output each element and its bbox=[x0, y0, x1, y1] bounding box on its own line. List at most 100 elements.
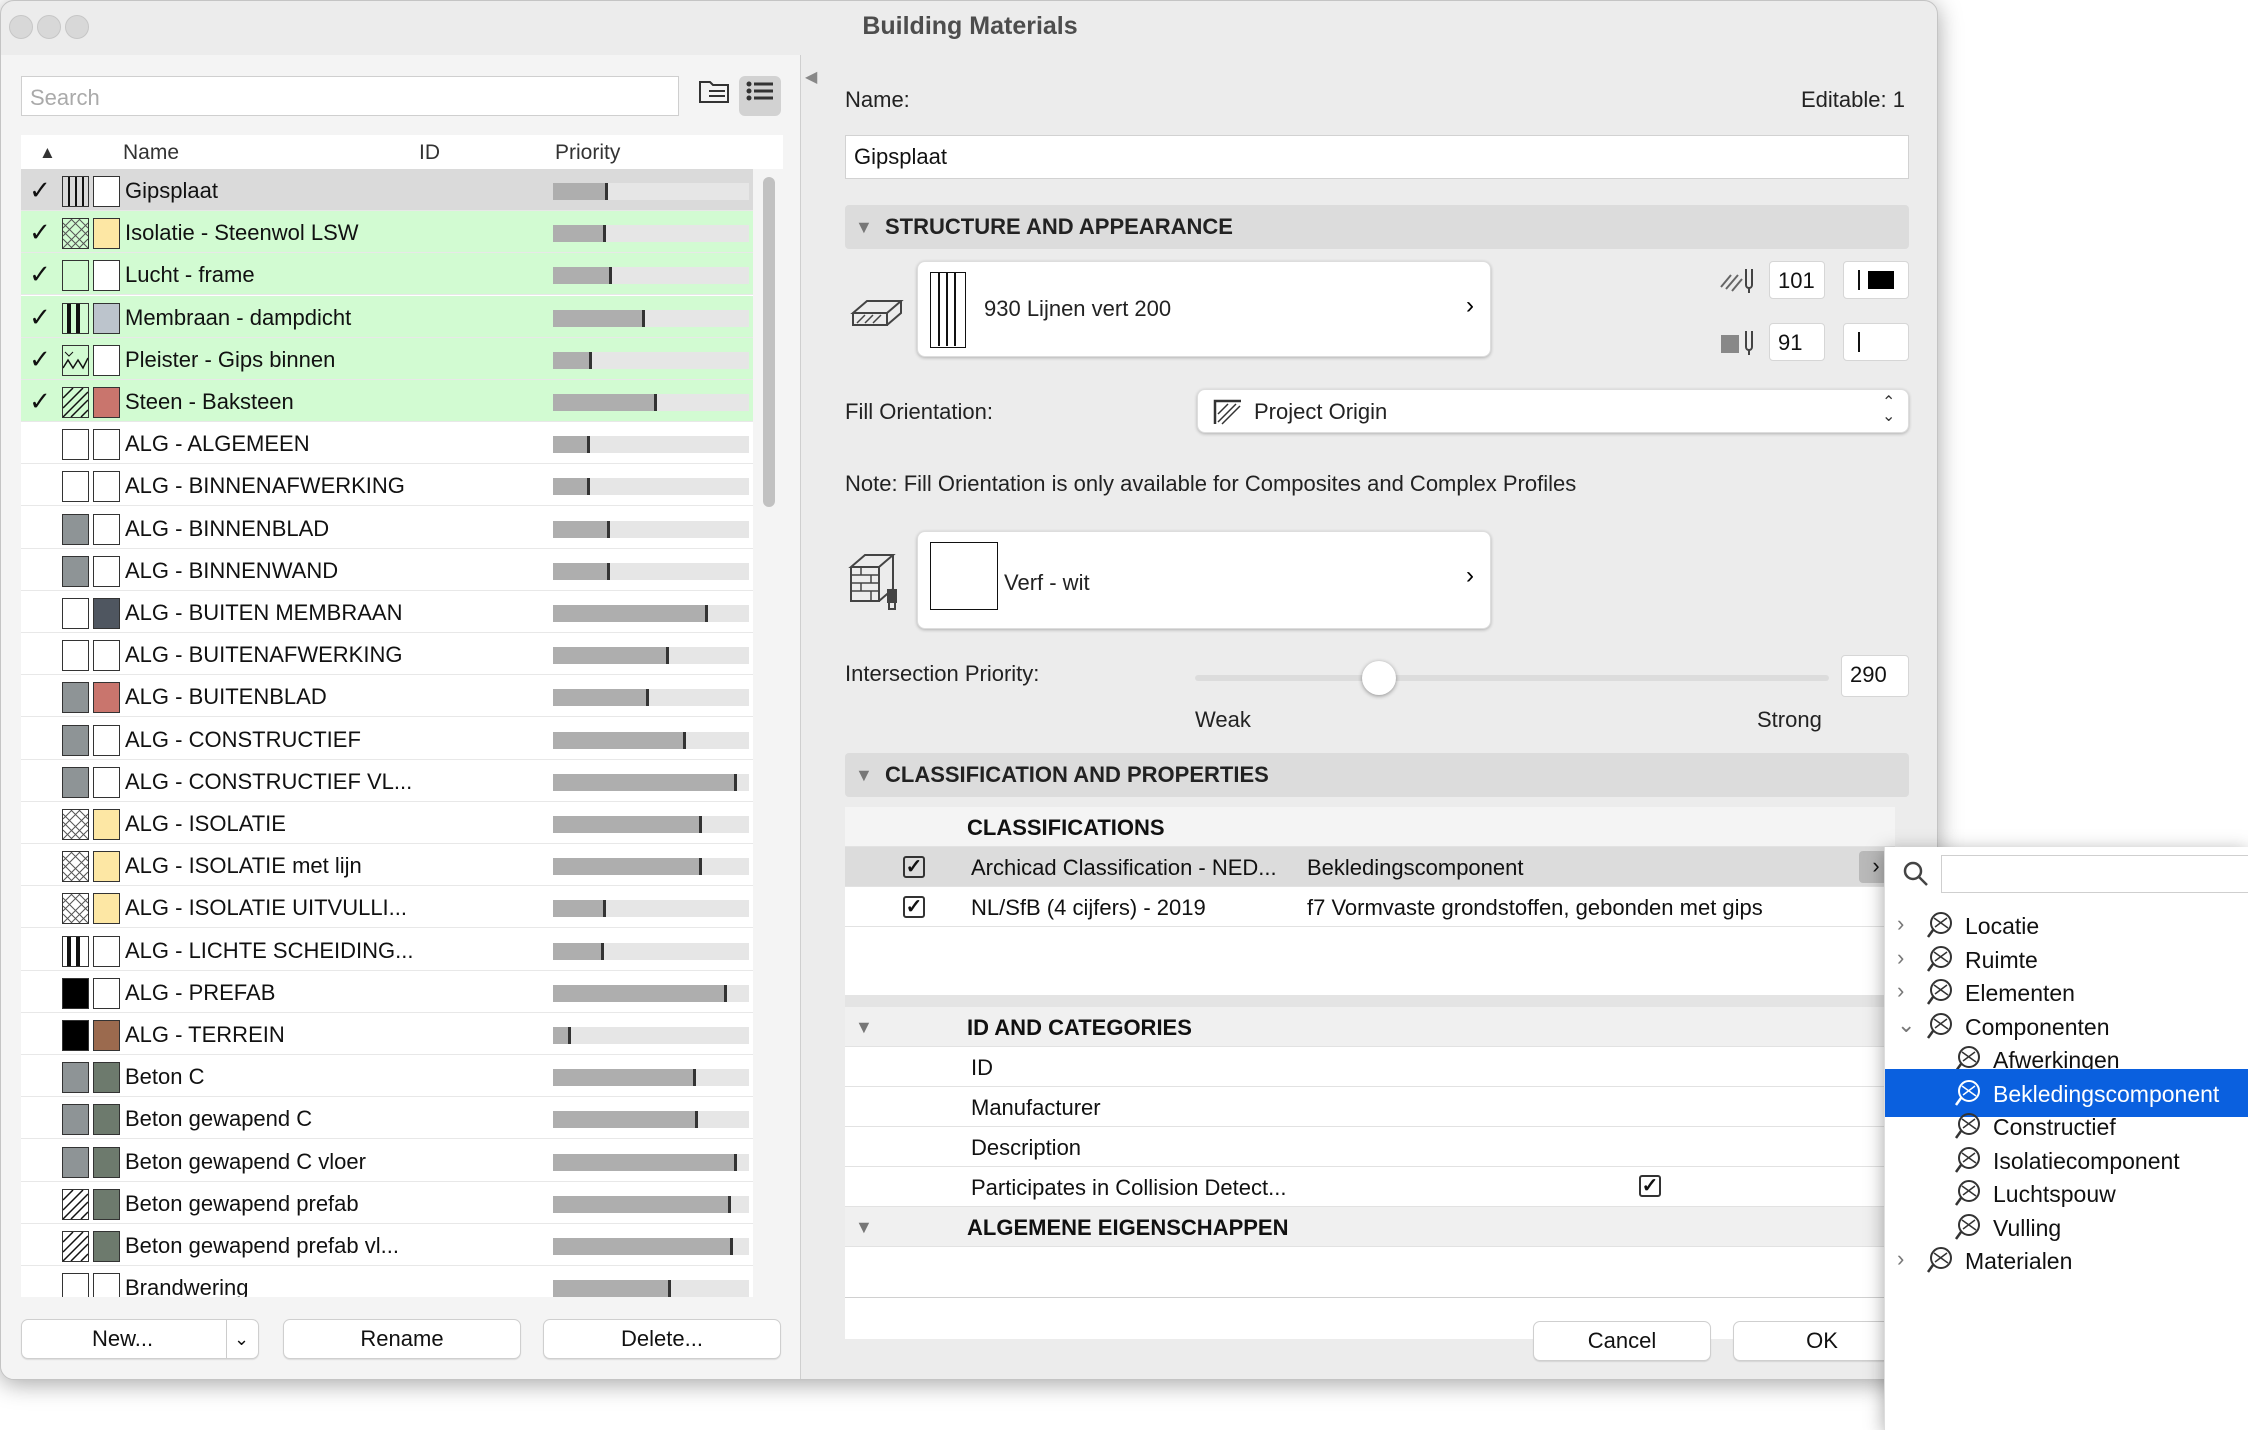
table-row[interactable]: ALG - TERREIN bbox=[21, 1013, 753, 1055]
material-name: Isolatie - Steenwol LSW bbox=[125, 220, 359, 246]
cut-fill-selector[interactable]: 930 Lijnen vert 200 › bbox=[917, 261, 1491, 357]
rename-button-label: Rename bbox=[360, 1326, 444, 1351]
table-row[interactable]: ✓ Isolatie - Steenwol LSW bbox=[21, 211, 753, 254]
chevron-down-icon[interactable]: ⌄ bbox=[1897, 1012, 1915, 1038]
priority-bar bbox=[553, 562, 749, 580]
new-button[interactable]: New... ⌄ bbox=[21, 1319, 259, 1359]
disclosure-triangle-icon[interactable]: ▼ bbox=[855, 1017, 873, 1038]
check-mark-icon: ✓ bbox=[29, 301, 51, 332]
material-name: ALG - BINNENWAND bbox=[125, 557, 339, 583]
priority-bar bbox=[553, 816, 749, 833]
table-row[interactable]: Beton C bbox=[21, 1055, 753, 1098]
background-pen-value: 91 bbox=[1778, 330, 1803, 355]
classification-section-header[interactable]: ▼ CLASSIFICATION AND PROPERTIES bbox=[845, 753, 1909, 797]
folder-tree-view-icon[interactable] bbox=[693, 76, 735, 116]
column-priority[interactable]: Priority bbox=[555, 141, 620, 165]
column-id[interactable]: ID bbox=[419, 141, 440, 165]
cross-fill-swatch bbox=[62, 851, 89, 883]
cancel-button[interactable]: Cancel bbox=[1533, 1321, 1711, 1361]
table-row[interactable]: ALG - CONSTRUCTIEF bbox=[21, 718, 753, 760]
surface-bricks-brush-icon bbox=[847, 549, 905, 611]
tree-item[interactable]: › Materialen bbox=[1885, 1236, 2248, 1284]
check-mark-icon: ✓ bbox=[29, 175, 51, 205]
table-row[interactable]: ALG - ALGEMEEN bbox=[21, 422, 753, 465]
disclosure-triangle-icon[interactable]: ▼ bbox=[855, 1217, 873, 1238]
background-pen-input[interactable]: 91 bbox=[1769, 323, 1825, 361]
priority-bar-fill bbox=[553, 647, 669, 665]
disclosure-triangle-icon[interactable]: ▼ bbox=[855, 753, 873, 797]
structure-section-header[interactable]: ▼ STRUCTURE AND APPEARANCE bbox=[845, 205, 1909, 249]
column-name[interactable]: Name bbox=[123, 141, 179, 165]
priority-bar-fill bbox=[553, 183, 608, 200]
foreground-pen-color[interactable] bbox=[1843, 261, 1909, 299]
minimize-window-button[interactable] bbox=[37, 15, 61, 39]
surface-selector[interactable]: Verf - wit › bbox=[917, 531, 1491, 629]
zoom-window-button[interactable] bbox=[65, 15, 89, 39]
disclosure-triangle-icon[interactable]: ▼ bbox=[855, 205, 873, 249]
intersection-priority-input[interactable]: 290 bbox=[1841, 655, 1909, 697]
id-categories-group-row[interactable]: ▼ ID AND CATEGORIES bbox=[845, 1007, 1895, 1047]
table-row[interactable]: ALG - BINNENAFWERKING bbox=[21, 464, 753, 507]
table-row[interactable]: ALG - BUITEN MEMBRAAN bbox=[21, 591, 753, 633]
table-row[interactable]: ALG - PREFAB bbox=[21, 971, 753, 1013]
search-input[interactable]: Search bbox=[21, 76, 679, 116]
classification-row[interactable]: ✓ NL/SfB (4 cijfers) - 2019 f7 Vormvaste… bbox=[845, 887, 1895, 927]
property-row[interactable]: Participates in Collision Detect... ✓ bbox=[845, 1167, 1895, 1207]
intersection-priority-slider[interactable] bbox=[1195, 675, 1829, 681]
table-row[interactable]: ALG - BINNENBLAD bbox=[21, 507, 753, 549]
tree-item-label: Materialen bbox=[1965, 1248, 2073, 1274]
check-mark-icon: ✓ bbox=[29, 217, 51, 248]
surface-color-swatch bbox=[93, 1273, 120, 1297]
name-field[interactable]: Gipsplaat bbox=[845, 135, 1909, 179]
table-row[interactable]: ✓ Pleister - Gips binnen bbox=[21, 337, 753, 380]
list-view-icon[interactable] bbox=[739, 76, 781, 116]
table-row[interactable]: ALG - ISOLATIE met lijn bbox=[21, 844, 753, 887]
table-row[interactable]: ALG - ISOLATIE UITVULLI... bbox=[21, 886, 753, 929]
close-window-button[interactable] bbox=[9, 15, 33, 39]
classification-section-title: CLASSIFICATION AND PROPERTIES bbox=[885, 762, 1269, 787]
classification-row[interactable]: ✓ Archicad Classification - NED... Bekle… bbox=[845, 847, 1895, 887]
table-row[interactable]: Beton gewapend prefab bbox=[21, 1182, 753, 1224]
chevron-right-icon[interactable]: › bbox=[1897, 978, 1904, 1004]
chevron-right-icon[interactable]: › bbox=[1897, 1246, 1904, 1272]
foreground-pen-input[interactable]: 101 bbox=[1769, 261, 1825, 299]
check-mark-icon: ✓ bbox=[29, 386, 51, 416]
table-row[interactable]: ✓ Steen - Baksteen bbox=[21, 380, 753, 422]
material-name: ALG - CONSTRUCTIEF VL... bbox=[125, 768, 413, 794]
table-row[interactable]: ✓ Gipsplaat bbox=[21, 169, 753, 211]
table-row[interactable]: ✓ Lucht - frame bbox=[21, 253, 753, 296]
editable-label: Editable: 1 bbox=[1801, 87, 1905, 112]
rename-button[interactable]: Rename bbox=[283, 1319, 521, 1359]
table-row[interactable]: Brandwering bbox=[21, 1266, 753, 1297]
priority-bar bbox=[553, 773, 749, 791]
slider-thumb[interactable] bbox=[1361, 661, 1396, 695]
chevron-right-icon[interactable]: › bbox=[1897, 945, 1904, 971]
table-row[interactable]: ALG - BUITENBLAD bbox=[21, 675, 753, 718]
fill-orientation-select[interactable]: Project Origin ⌃ ⌄ bbox=[1197, 389, 1909, 433]
algemene-group-row[interactable]: ▼ ALGEMENE EIGENSCHAPPEN bbox=[845, 1207, 1895, 1247]
background-pen-color[interactable] bbox=[1843, 323, 1909, 361]
property-row[interactable]: ID bbox=[845, 1047, 1895, 1087]
table-row[interactable]: ALG - CONSTRUCTIEF VL... bbox=[21, 760, 753, 802]
property-row[interactable]: Description bbox=[845, 1127, 1895, 1167]
checkbox-checked[interactable]: ✓ bbox=[903, 896, 925, 918]
table-row[interactable]: ✓ Membraan - dampdicht bbox=[21, 295, 753, 338]
chevron-right-icon[interactable]: › bbox=[1897, 911, 1904, 937]
classification-system: Archicad Classification - NED... bbox=[971, 855, 1277, 880]
table-row[interactable]: Beton gewapend C bbox=[21, 1097, 753, 1140]
delete-button[interactable]: Delete... bbox=[543, 1319, 781, 1359]
list-scrollbar[interactable] bbox=[763, 177, 775, 507]
popup-search-input[interactable] bbox=[1941, 855, 2248, 893]
table-row[interactable]: ALG - BUITENAFWERKING bbox=[21, 633, 753, 676]
table-row[interactable]: ALG - BINNENWAND bbox=[21, 549, 753, 591]
sort-ascending-icon[interactable]: ▲ bbox=[39, 143, 56, 163]
checkbox-checked[interactable]: ✓ bbox=[903, 856, 925, 878]
property-row[interactable]: Manufacturer bbox=[845, 1087, 1895, 1127]
table-row[interactable]: Beton gewapend C vloer bbox=[21, 1140, 753, 1182]
table-row[interactable]: Beton gewapend prefab vl... bbox=[21, 1224, 753, 1266]
table-row[interactable]: ALG - ISOLATIE bbox=[21, 802, 753, 844]
priority-bar-fill bbox=[553, 984, 727, 1002]
table-row[interactable]: ALG - LICHTE SCHEIDING... bbox=[21, 929, 753, 971]
chevron-down-icon[interactable]: ⌄ bbox=[234, 1320, 249, 1358]
collision-detection-checkbox[interactable]: ✓ bbox=[1639, 1175, 1661, 1197]
